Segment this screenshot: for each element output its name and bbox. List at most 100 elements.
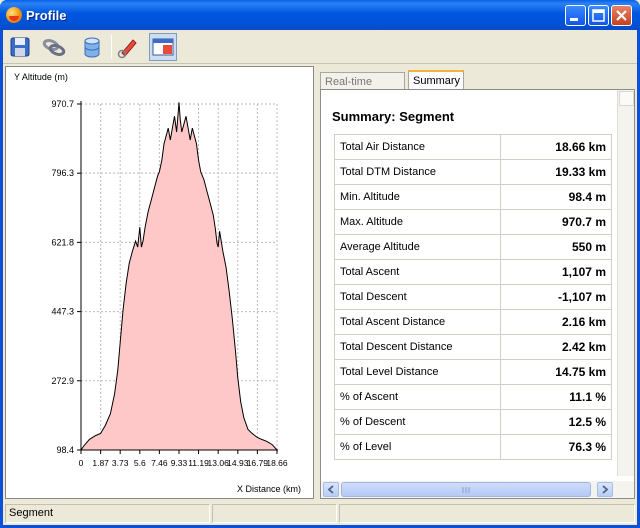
summary-row-value: -1,107 m: [500, 284, 612, 310]
summary-row-label: Total Descent: [334, 284, 501, 310]
summary-row-value: 1,107 m: [500, 259, 612, 285]
summary-row: % of Ascent 11.1 %: [334, 384, 612, 410]
x-tick-label: 11.19: [188, 458, 209, 468]
right-panel: Real-time Profile Summary Summary: Segme…: [320, 66, 635, 499]
x-tick-label: 9.33: [171, 458, 188, 468]
y-tick-label: 621.8: [51, 237, 74, 247]
summary-row-label: Total Ascent Distance: [334, 309, 501, 335]
summary-row: Total DTM Distance 19.33 km: [334, 159, 612, 185]
minimize-icon: [570, 18, 578, 21]
summary-row: Total Ascent Distance 2.16 km: [334, 309, 612, 335]
x-tick-label: 3.73: [112, 458, 129, 468]
x-tick-label: 5.6: [134, 458, 146, 468]
scroll-right-button[interactable]: [597, 482, 613, 497]
summary-row-value: 12.5 %: [500, 409, 612, 435]
tab-summary[interactable]: Summary: [408, 70, 464, 91]
summary-title: Summary: Segment: [332, 109, 455, 124]
x-tick-label: 14.93: [227, 458, 249, 468]
status-bar: Segment: [3, 501, 637, 525]
summary-row-value: 19.33 km: [500, 159, 612, 185]
maximize-icon: [592, 9, 605, 22]
grip-icon: [462, 487, 470, 493]
summary-row-value: 18.66 km: [500, 134, 612, 160]
status-cell-2: [212, 504, 337, 523]
summary-row-label: % of Level: [334, 434, 501, 460]
summary-row-label: Total DTM Distance: [334, 159, 501, 185]
y-tick-label: 970.7: [51, 99, 74, 109]
window-layout-icon: [152, 38, 174, 56]
scroll-left-button[interactable]: [323, 482, 339, 497]
x-tick-label: 13.06: [208, 458, 230, 468]
summary-row-label: Total Ascent: [334, 259, 501, 285]
app-icon: [6, 7, 22, 23]
summary-row: Total Level Distance 14.75 km: [334, 359, 612, 385]
close-button[interactable]: [611, 5, 632, 26]
summary-row: Total Ascent 1,107 m: [334, 259, 612, 285]
scroll-thumb[interactable]: [341, 482, 591, 497]
measure-pencil-icon: [117, 39, 137, 59]
chevron-left-icon: [327, 485, 334, 494]
y-tick-label: 272.9: [51, 376, 74, 386]
profile-chart-panel: Y Altitude (m) X Distance (km) 98.4 272.9…: [5, 66, 314, 499]
altitude-profile-chart: Y Altitude (m) X Distance (km) 98.4 272.9…: [14, 72, 301, 494]
status-cell-3: [339, 504, 635, 523]
window-title: Profile: [26, 8, 67, 23]
layout-button[interactable]: [149, 33, 177, 61]
summary-table: Total Air Distance 18.66 km Total DTM Dist…: [334, 134, 612, 460]
toolbar-separator: [111, 35, 112, 59]
database-button[interactable]: [78, 33, 106, 61]
x-tick-label: 16.79: [247, 458, 269, 468]
summary-row-label: Average Altitude: [334, 234, 501, 260]
measure-button[interactable]: [114, 33, 142, 61]
save-icon: [10, 37, 30, 57]
summary-row-value: 2.16 km: [500, 309, 612, 335]
link-button[interactable]: [40, 33, 68, 61]
summary-row: Total Descent Distance 2.42 km: [334, 334, 612, 360]
chevron-right-icon: [602, 485, 609, 494]
link-icon: [42, 39, 66, 56]
vertical-scrollbar[interactable]: [617, 90, 634, 476]
summary-row: Total Air Distance 18.66 km: [334, 134, 612, 160]
minimize-button[interactable]: [565, 5, 586, 26]
status-text: Segment: [5, 504, 210, 523]
title-bar[interactable]: Profile: [0, 0, 640, 30]
summary-row-value: 76.3 %: [500, 434, 612, 460]
summary-row-label: Min. Altitude: [334, 184, 501, 210]
x-tick-label: 0: [79, 458, 84, 468]
summary-panel: Summary: Segment Total Air Distance 18.66…: [320, 89, 635, 499]
maximize-button[interactable]: [588, 5, 609, 26]
summary-row-value: 98.4 m: [500, 184, 612, 210]
y-tick-label: 98.4: [56, 445, 74, 455]
x-axis-label: X Distance (km): [237, 484, 301, 494]
y-axis-label: Y Altitude (m): [14, 72, 68, 82]
summary-row: Average Altitude 550 m: [334, 234, 612, 260]
summary-row: Max. Altitude 970.7 m: [334, 209, 612, 235]
summary-row-value: 970.7 m: [500, 209, 612, 235]
summary-row-label: % of Descent: [334, 409, 501, 435]
summary-row-value: 11.1 %: [500, 384, 612, 410]
x-tick-label: 7.46: [151, 458, 168, 468]
summary-row-label: Total Air Distance: [334, 134, 501, 160]
profile-window: Profile Y Altitude (m) X Distance (km) 9…: [0, 0, 640, 528]
summary-row-value: 14.75 km: [500, 359, 612, 385]
y-tick-label: 447.3: [51, 307, 74, 317]
y-tick-label: 796.3: [51, 168, 74, 178]
y-tick-labels: 98.4 272.9 447.3 621.8 796.3 970.7: [51, 99, 74, 455]
summary-row: % of Descent 12.5 %: [334, 409, 612, 435]
summary-row: % of Level 76.3 %: [334, 434, 612, 460]
database-icon: [84, 37, 100, 58]
save-button[interactable]: [6, 33, 34, 61]
x-tick-label: 18.66: [266, 458, 288, 468]
horizontal-scrollbar[interactable]: [321, 481, 634, 498]
altitude-area: [81, 102, 277, 451]
client-area: Y Altitude (m) X Distance (km) 98.4 272.9…: [3, 30, 637, 525]
close-icon: [616, 10, 627, 21]
toolbar: [3, 30, 637, 64]
summary-row-value: 2.42 km: [500, 334, 612, 360]
x-tick-label: 1.87: [92, 458, 109, 468]
scroll-up-button[interactable]: [619, 91, 634, 106]
x-tick-labels: 0 1.87 3.73 5.6 7.46 9.33 11.1913.0614.9316.79…: [79, 458, 288, 468]
summary-row-label: Max. Altitude: [334, 209, 501, 235]
summary-row: Total Descent -1,107 m: [334, 284, 612, 310]
summary-row: Min. Altitude 98.4 m: [334, 184, 612, 210]
